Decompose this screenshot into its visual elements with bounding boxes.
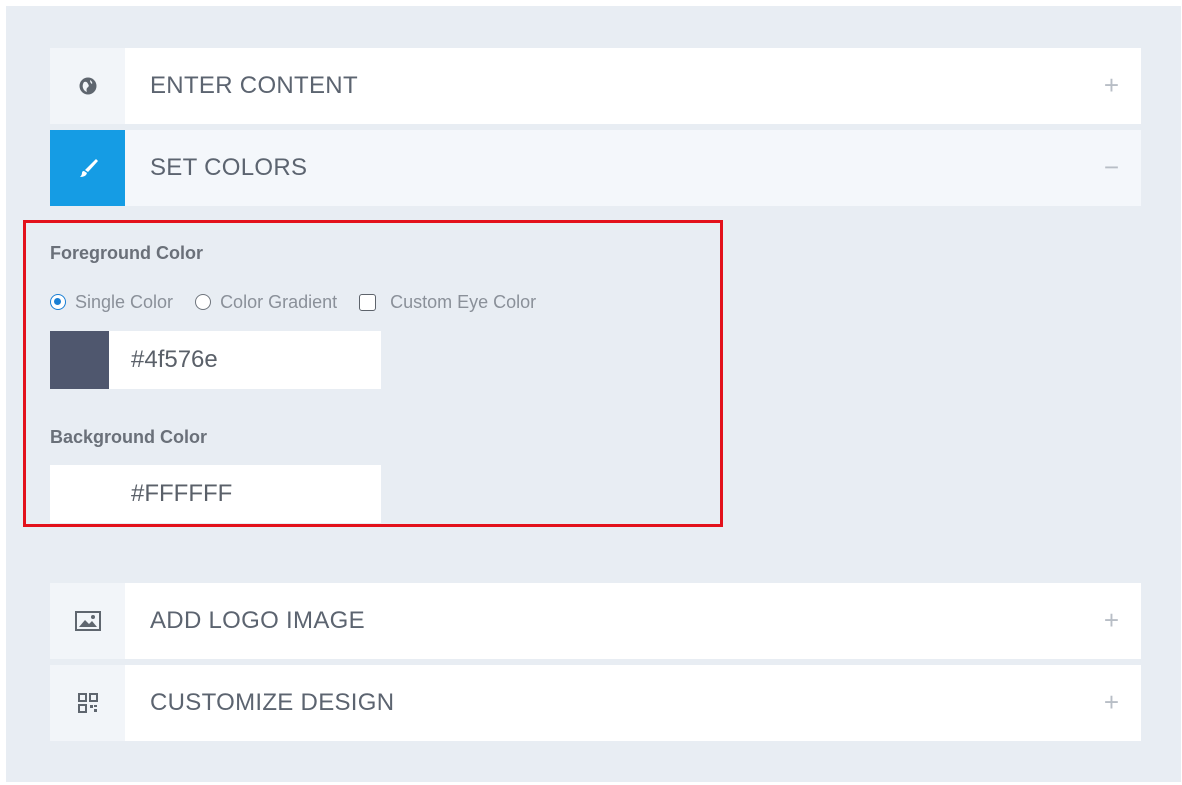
accordion-title-add-logo-image: ADD LOGO IMAGE	[150, 607, 365, 634]
accordion-title-set-colors: SET COLORS	[150, 154, 308, 181]
accordion-add-logo-image[interactable]: ADD LOGO IMAGE +	[50, 583, 1141, 659]
image-icon	[50, 583, 125, 659]
brush-icon	[50, 130, 125, 206]
expand-icon[interactable]: +	[1104, 48, 1119, 124]
expand-icon[interactable]: +	[1104, 583, 1119, 659]
globe-icon	[50, 48, 125, 124]
accordion-enter-content[interactable]: ENTER CONTENT +	[50, 48, 1141, 124]
accordion-title-enter-content: ENTER CONTENT	[150, 72, 358, 99]
expand-icon[interactable]: +	[1104, 665, 1119, 741]
accordion-set-colors[interactable]: SET COLORS −	[50, 130, 1141, 206]
qr-code-icon	[50, 665, 125, 741]
collapse-icon[interactable]: −	[1104, 130, 1119, 206]
highlight-box	[23, 220, 723, 527]
accordion-title-customize-design: CUSTOMIZE DESIGN	[150, 689, 395, 716]
accordion-customize-design[interactable]: CUSTOMIZE DESIGN +	[50, 665, 1141, 741]
